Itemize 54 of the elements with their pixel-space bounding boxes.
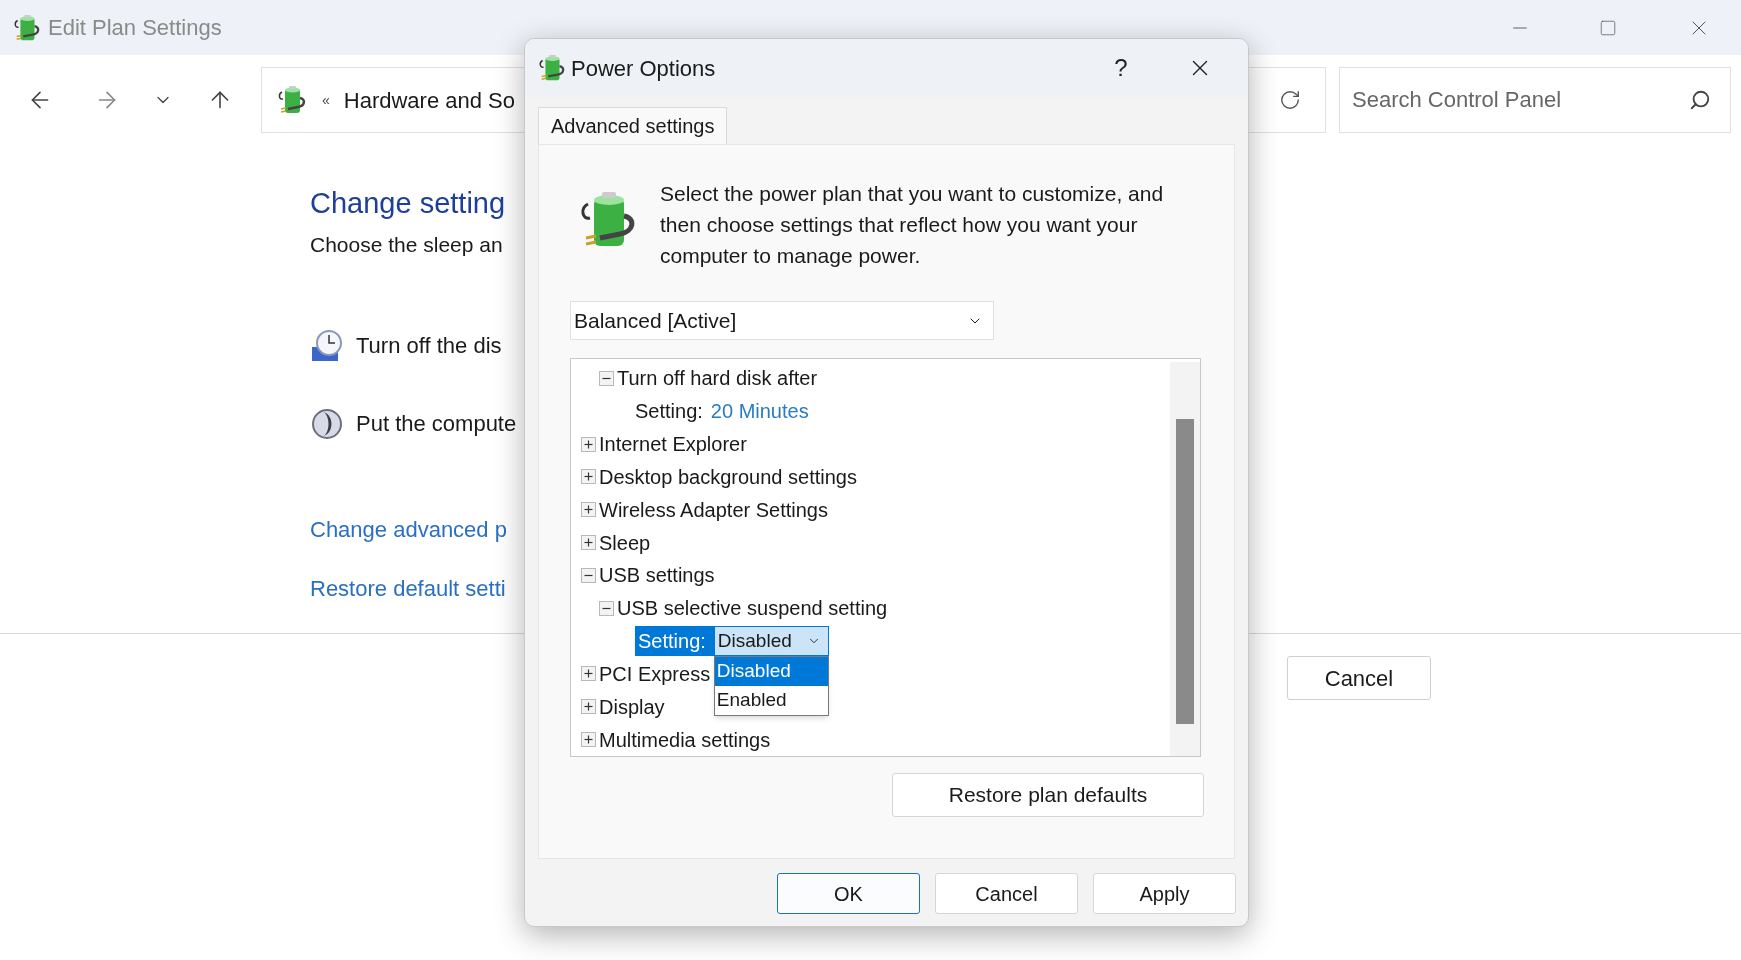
setting-label: Setting: (635, 626, 714, 657)
window-title: Edit Plan Settings (48, 14, 222, 42)
collapse-icon[interactable] (581, 567, 596, 583)
tree-item[interactable]: Wireless Adapter Settings (599, 494, 828, 525)
moon-icon (310, 406, 344, 441)
setting-dropdown[interactable]: Disabled (713, 626, 829, 657)
tree-item[interactable]: Multimedia settings (599, 724, 771, 755)
refresh-icon[interactable] (1279, 89, 1301, 111)
tree-item[interactable]: Internet Explorer (599, 429, 747, 460)
plan-select[interactable]: Balanced [Active] (570, 301, 994, 340)
expand-icon[interactable] (581, 732, 596, 747)
setting-label: Setting: (635, 399, 703, 425)
battery-plug-icon (537, 53, 567, 83)
dropdown-option[interactable]: Disabled (714, 657, 828, 687)
tree-item[interactable]: Turn off hard disk after (617, 363, 818, 394)
breadcrumb-separator: « (322, 90, 330, 110)
help-button[interactable]: ? (1101, 50, 1141, 86)
setting-label: Turn off the dis (356, 332, 502, 360)
clock-icon (310, 328, 344, 363)
tree-item[interactable]: USB settings (599, 560, 715, 591)
page-heading: Change setting (310, 186, 506, 221)
collapse-icon[interactable] (599, 600, 614, 616)
tree-item[interactable]: Sleep (599, 527, 651, 558)
tab[interactable]: Advanced settings (538, 107, 728, 144)
page-subtitle: Choose the sleep an (310, 232, 503, 258)
tree-item[interactable]: PCI Express (599, 658, 711, 689)
expand-icon[interactable] (581, 699, 596, 715)
dialog-button[interactable]: Apply (1093, 873, 1236, 914)
setting-label: Put the compute (356, 410, 517, 438)
breadcrumb-item[interactable]: Hardware and So (343, 83, 515, 117)
expand-icon[interactable] (581, 666, 596, 682)
expand-icon[interactable] (581, 535, 596, 551)
restore-defaults-button[interactable]: Restore plan defaults (892, 773, 1204, 817)
dialog-button[interactable]: Cancel (935, 873, 1078, 914)
battery-plug-icon (12, 12, 42, 43)
search-icon[interactable] (1689, 89, 1711, 111)
tree-item[interactable]: Display (599, 691, 665, 722)
dropdown-option[interactable]: Enabled (714, 686, 828, 716)
tree-item[interactable]: Desktop background settings (599, 461, 857, 492)
page-link[interactable]: Change advanced p (310, 512, 507, 546)
scrollbar-thumb[interactable] (1176, 419, 1194, 724)
search-field[interactable]: Search Control Panel (1339, 67, 1731, 133)
collapse-icon[interactable] (599, 370, 614, 386)
battery-plug-icon (276, 84, 308, 116)
expand-icon[interactable] (581, 436, 596, 452)
tree-item[interactable]: USB selective suspend setting (617, 593, 888, 624)
expand-icon[interactable] (581, 469, 596, 485)
page-link[interactable]: Restore default setti (310, 571, 506, 605)
dialog-button[interactable]: OK (777, 873, 920, 914)
cancel-button[interactable]: Cancel (1287, 656, 1431, 700)
setting-value-link[interactable]: 20 Minutes (710, 396, 809, 427)
description-text: Select the power plan that you want to customize, and then choose settings that reflect how you want your computer to manage power. (660, 181, 1165, 269)
expand-icon[interactable] (581, 502, 596, 518)
dialog-title: Power Options (571, 54, 716, 83)
